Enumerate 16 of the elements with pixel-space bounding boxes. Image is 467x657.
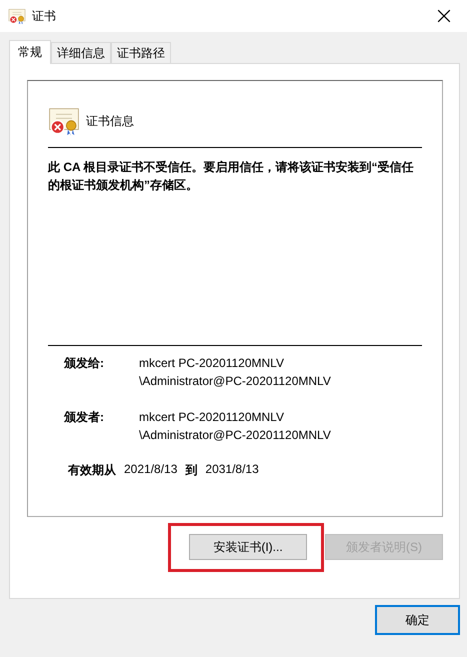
field-label: 颁发给: (64, 355, 105, 372)
tab[interactable]: 常规 (9, 40, 51, 64)
date-text: 2031/8/13 (205, 462, 259, 478)
field-value: mkcert PC-20201120MNLV \Administrator@PC-20201120MNLV (139, 409, 332, 444)
tab[interactable]: 证书路径 (111, 42, 171, 63)
field-label: 到 (185, 462, 198, 479)
button[interactable]: 安装证书(I)... (189, 534, 307, 560)
field-label: 颁发者: (64, 409, 105, 426)
field-label: 有效期从 (68, 462, 116, 479)
field-value: mkcert PC-20201120MNLV \Administrator@PC-20201120MNLV (139, 355, 332, 390)
tab[interactable]: 详细信息 (51, 42, 111, 63)
date-text: 2021/8/13 (124, 462, 178, 478)
warning-message: 此 CA 根目录证书不受信任。要启用信任，请将该证书安装到“受信任的根证书颁发机构”存储区。 (48, 159, 415, 194)
ok-button[interactable]: 确定 (375, 605, 460, 635)
section-heading: 证书信息 (86, 112, 134, 130)
window-title: 证书 (32, 8, 57, 24)
